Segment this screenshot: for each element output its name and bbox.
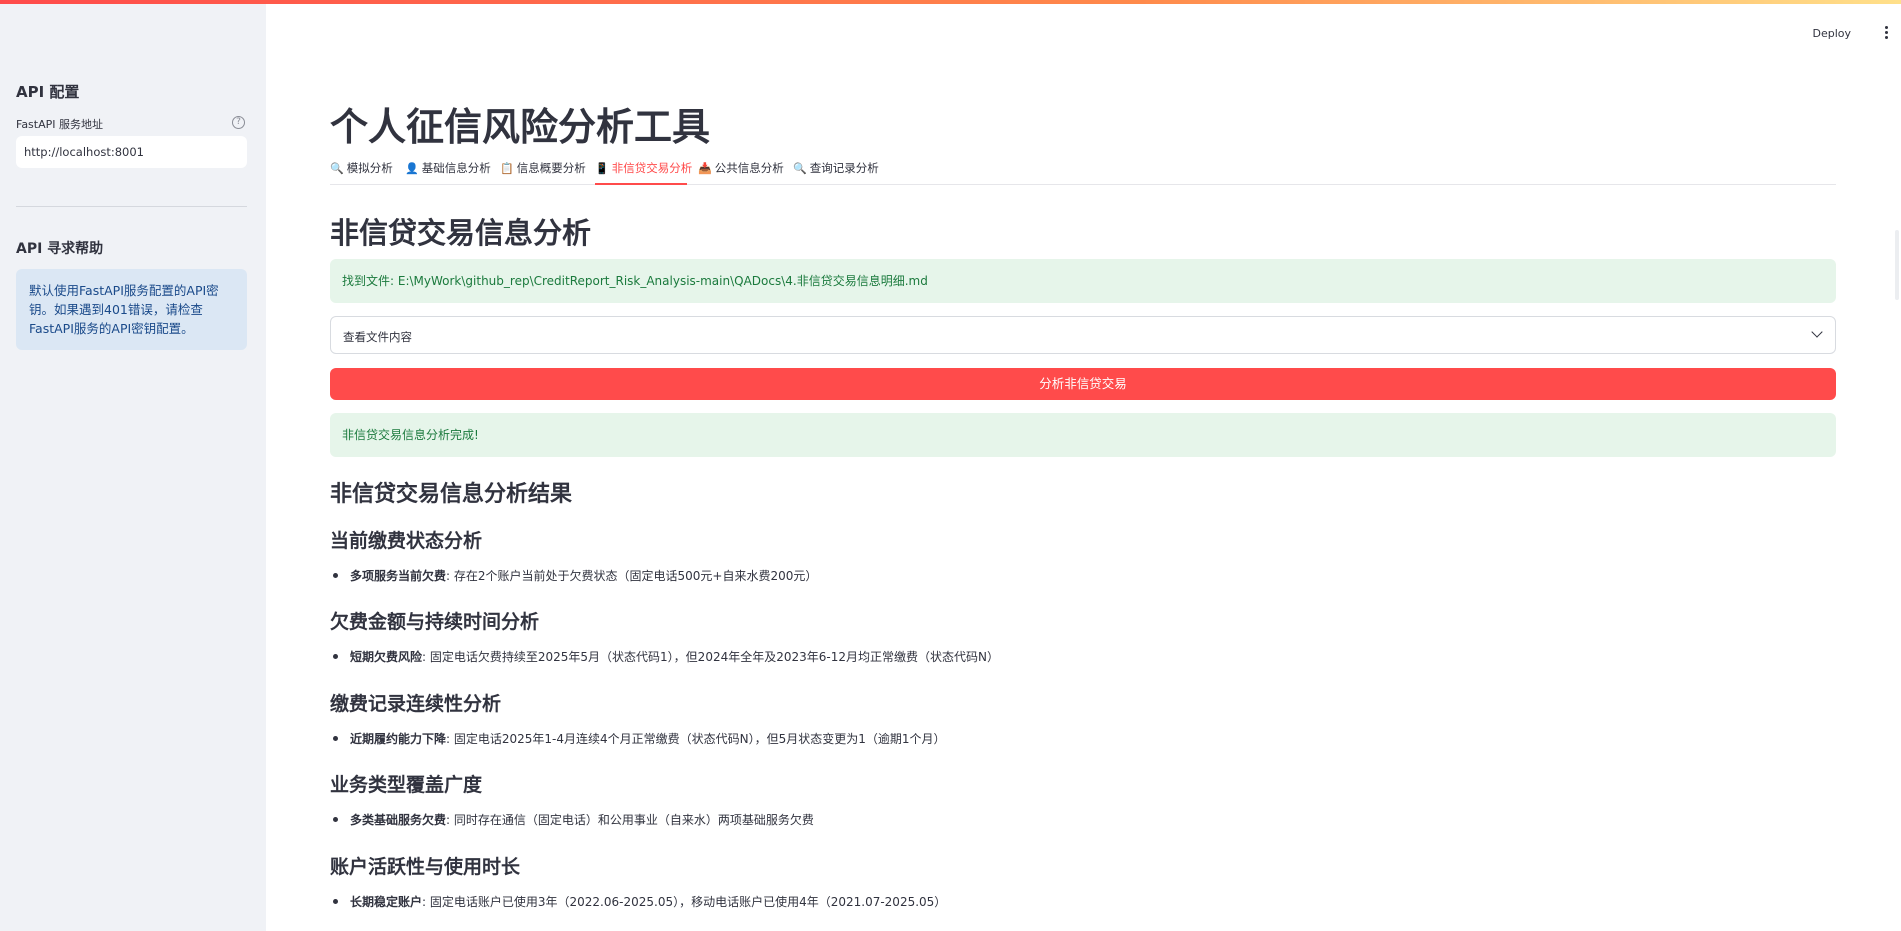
item-text: : 存在2个账户当前处于欠费状态（固定电话500元+自来水费200元） bbox=[446, 569, 818, 583]
item-bold: 多项服务当前欠费 bbox=[350, 569, 447, 583]
list-item: 短期欠费风险: 固定电话欠费持续至2025年5月（状态代码1），但2024年全年… bbox=[333, 648, 999, 665]
help-icon[interactable]: ? bbox=[232, 116, 245, 129]
section-title: 非信贷交易信息分析 bbox=[330, 216, 592, 250]
tab-non-credit-analysis[interactable]: 📱 非信贷交易分析 bbox=[595, 160, 692, 176]
chevron-down-icon bbox=[1811, 326, 1823, 338]
tab-simulation-analysis[interactable]: 🔍 模拟分析 bbox=[330, 160, 393, 176]
tab-public-info-analysis[interactable]: 📥 公共信息分析 bbox=[698, 160, 784, 176]
api-help-title: API 寻求帮助 bbox=[16, 241, 104, 257]
page-title: 个人征信风险分析工具 bbox=[330, 105, 711, 149]
success-alert: 非信贷交易信息分析完成! bbox=[330, 413, 1836, 457]
view-file-expander[interactable]: 查看文件内容 bbox=[330, 316, 1836, 354]
item-text: : 同时存在通信（固定电话）和公用事业（自来水）两项基础服务欠费 bbox=[446, 813, 814, 827]
api-config-title: API 配置 bbox=[16, 83, 80, 101]
sidebar-divider bbox=[16, 206, 247, 207]
item-bold: 长期稳定账户 bbox=[350, 895, 423, 909]
section-heading: 欠费金额与持续时间分析 bbox=[330, 611, 540, 633]
scrollbar[interactable] bbox=[1895, 230, 1899, 300]
file-found-alert: 找到文件: E:\MyWork\github_rep\CreditReport_… bbox=[330, 259, 1836, 303]
tab-label: 非信贷交易分析 bbox=[611, 161, 693, 175]
section-heading: 账户活跃性与使用时长 bbox=[330, 856, 521, 878]
results-title: 非信贷交易信息分析结果 bbox=[330, 482, 573, 507]
mobile-phone-icon: 📱 bbox=[595, 162, 609, 175]
active-tab-indicator bbox=[595, 183, 687, 185]
expander-label: 查看文件内容 bbox=[343, 330, 412, 344]
tab-label: 公共信息分析 bbox=[714, 161, 784, 175]
tab-query-record-analysis[interactable]: 🔍 查询记录分析 bbox=[793, 160, 879, 176]
list-item: 多类基础服务欠费: 同时存在通信（固定电话）和公用事业（自来水）两项基础服务欠费 bbox=[333, 811, 814, 828]
clipboard-icon: 📋 bbox=[500, 162, 514, 175]
top-decoration-bar bbox=[0, 0, 1901, 4]
section-heading: 业务类型覆盖广度 bbox=[330, 774, 483, 796]
item-text: : 固定电话2025年1-4月连续4个月正常缴费（状态代码N），但5月状态变更为… bbox=[446, 732, 946, 746]
item-text: : 固定电话欠费持续至2025年5月（状态代码1），但2024年全年及2023年… bbox=[422, 650, 999, 664]
api-help-info-box: 默认使用FastAPI服务配置的API密钥。如果遇到401错误，请检查FastA… bbox=[16, 269, 247, 350]
user-icon: 👤 bbox=[405, 162, 419, 175]
item-bold: 近期履约能力下降 bbox=[350, 732, 447, 746]
magnifier-icon: 🔍 bbox=[330, 162, 344, 175]
item-bold: 短期欠费风险 bbox=[350, 650, 423, 664]
item-bold: 多类基础服务欠费 bbox=[350, 813, 447, 827]
list-item: 多项服务当前欠费: 存在2个账户当前处于欠费状态（固定电话500元+自来水费20… bbox=[333, 567, 817, 584]
inbox-tray-icon: 📥 bbox=[698, 162, 712, 175]
list-item: 长期稳定账户: 固定电话账户已使用3年（2022.06-2025.05），移动电… bbox=[333, 893, 946, 910]
fastapi-url-label: FastAPI 服务地址 bbox=[16, 118, 104, 131]
magnifier-icon: 🔍 bbox=[793, 162, 807, 175]
tab-basic-info-analysis[interactable]: 👤 基础信息分析 bbox=[405, 160, 491, 176]
section-heading: 缴费记录连续性分析 bbox=[330, 693, 502, 715]
kebab-menu-icon[interactable] bbox=[1885, 26, 1889, 39]
deploy-button[interactable]: Deploy bbox=[1812, 27, 1851, 40]
fastapi-url-input[interactable]: http://localhost:8001 bbox=[16, 136, 247, 168]
analyze-non-credit-button[interactable]: 分析非信贷交易 bbox=[330, 368, 1836, 400]
sidebar: API 配置 FastAPI 服务地址 ? http://localhost:8… bbox=[0, 4, 266, 931]
fastapi-url-label-row: FastAPI 服务地址 ? bbox=[16, 116, 247, 131]
tab-label: 模拟分析 bbox=[346, 161, 393, 175]
item-text: : 固定电话账户已使用3年（2022.06-2025.05），移动电话账户已使用… bbox=[422, 895, 947, 909]
tab-bar: 🔍 模拟分析 👤 基础信息分析 📋 信息概要分析 📱 非信贷交易分析 📥 公共信息分析 🔍… bbox=[330, 158, 1836, 185]
list-item: 近期履约能力下降: 固定电话2025年1-4月连续4个月正常缴费（状态代码N），… bbox=[333, 730, 946, 747]
section-heading: 当前缴费状态分析 bbox=[330, 530, 483, 552]
tab-label: 查询记录分析 bbox=[809, 161, 879, 175]
tab-summary-analysis[interactable]: 📋 信息概要分析 bbox=[500, 160, 586, 176]
tab-label: 基础信息分析 bbox=[421, 161, 491, 175]
tab-label: 信息概要分析 bbox=[516, 161, 586, 175]
